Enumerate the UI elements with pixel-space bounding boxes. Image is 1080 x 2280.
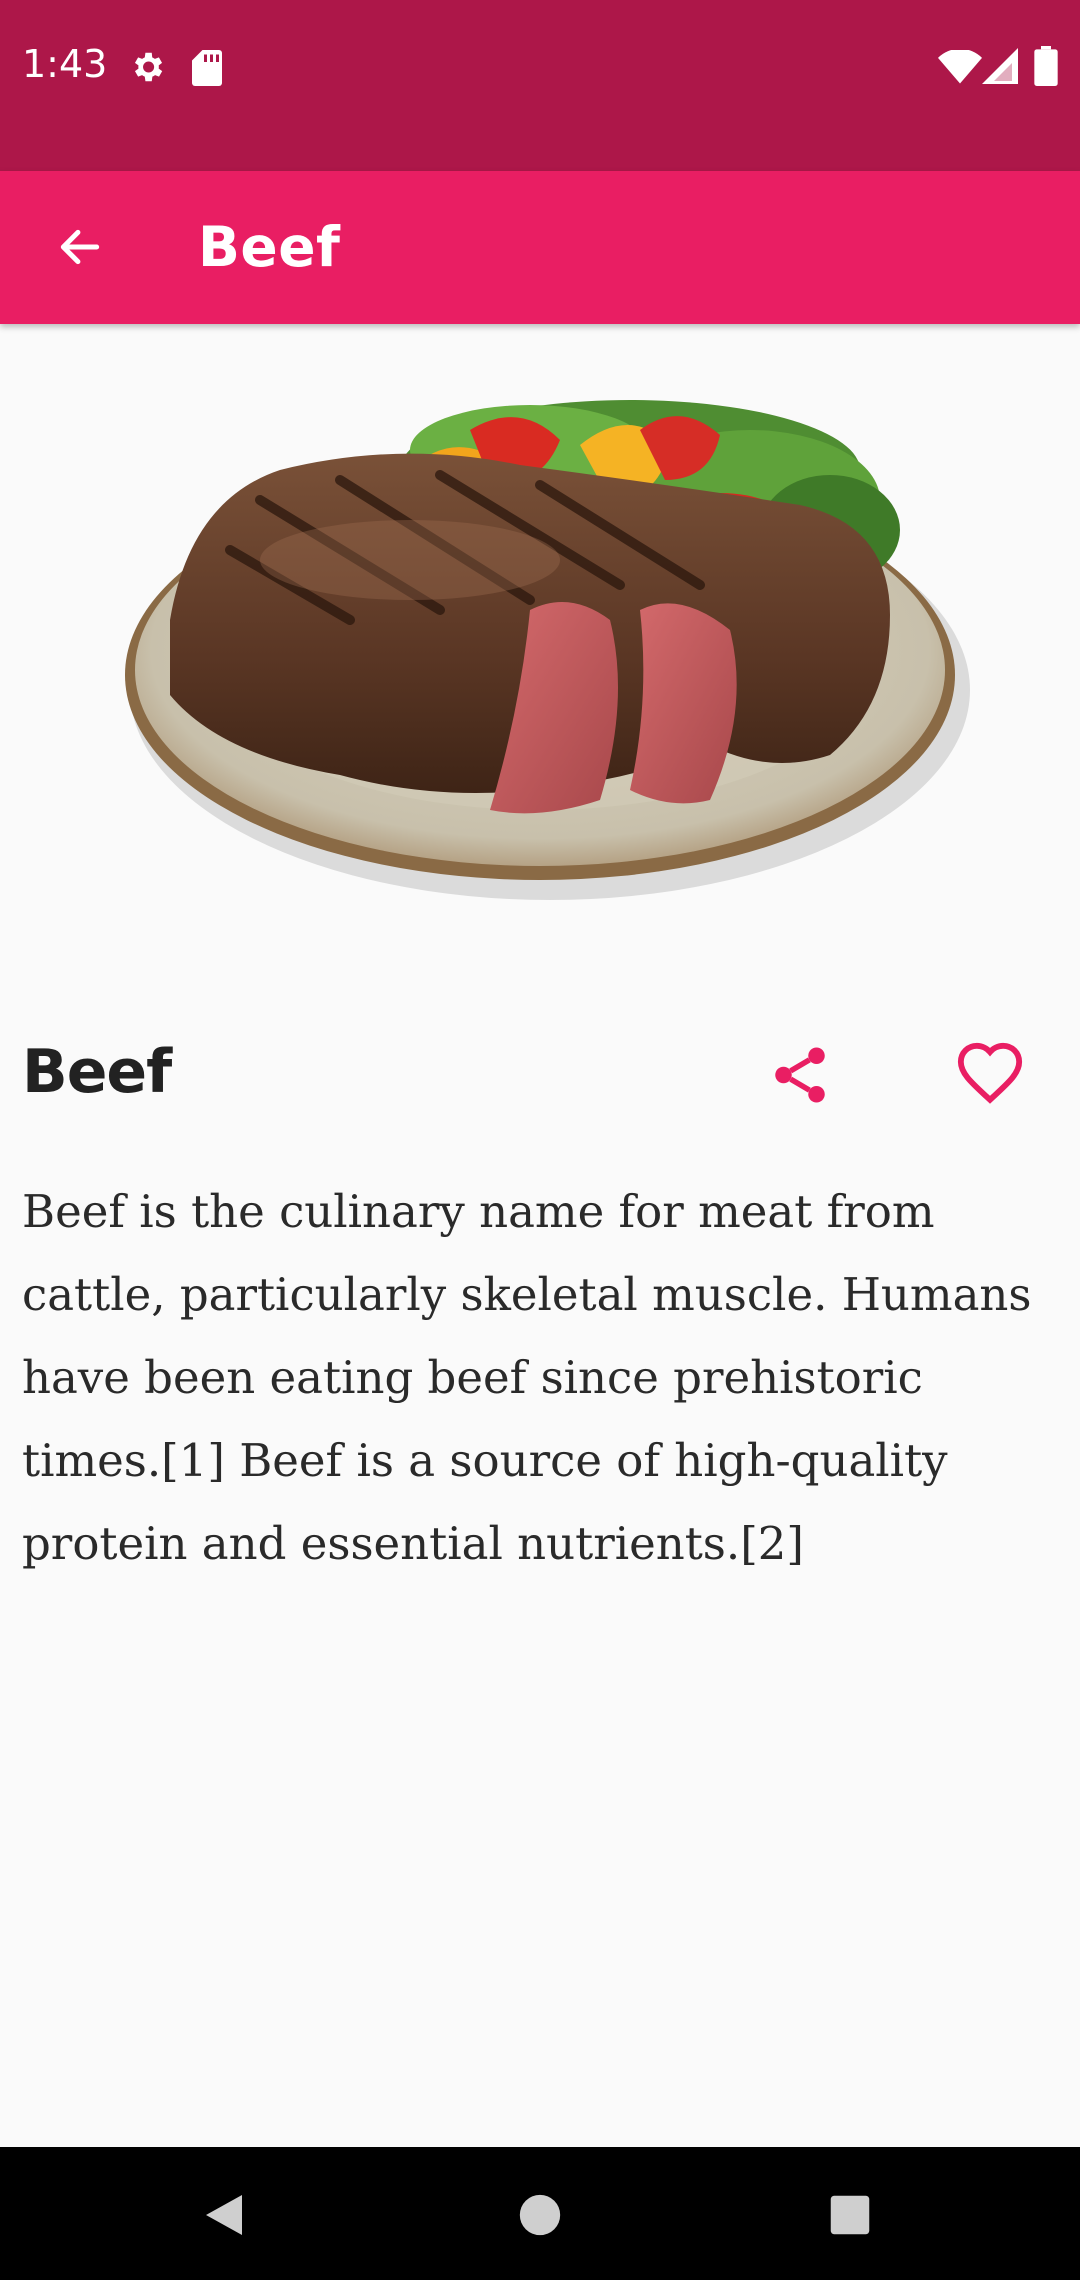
signal-icon bbox=[982, 48, 1018, 89]
system-nav-bar bbox=[0, 2147, 1080, 2280]
status-time: 1:43 bbox=[22, 42, 108, 86]
favorite-button[interactable] bbox=[950, 1035, 1030, 1115]
arrow-back-icon bbox=[60, 229, 100, 265]
nav-recents-button[interactable] bbox=[818, 2183, 882, 2247]
wifi-icon bbox=[938, 48, 982, 89]
battery-icon bbox=[1034, 46, 1058, 91]
nav-home-icon bbox=[519, 2194, 561, 2236]
item-description: Beef is the culinary name for meat from … bbox=[22, 1185, 1032, 1570]
nav-recents-icon bbox=[830, 2195, 870, 2235]
item-title: Beef bbox=[22, 1037, 172, 1107]
app-bar: Beef bbox=[0, 171, 1080, 324]
heart-outline-icon bbox=[957, 1042, 1023, 1104]
hero-image bbox=[110, 360, 970, 920]
status-bar: 1:43 bbox=[0, 0, 1080, 171]
share-button[interactable] bbox=[760, 1035, 840, 1115]
item-header: Beef bbox=[0, 1015, 1080, 1135]
back-button[interactable] bbox=[40, 207, 120, 287]
share-icon bbox=[775, 1047, 825, 1103]
nav-back-icon bbox=[206, 2195, 242, 2235]
settings-icon bbox=[128, 48, 166, 91]
nav-home-button[interactable] bbox=[508, 2183, 572, 2247]
sd-card-icon bbox=[192, 50, 222, 91]
app-bar-title: Beef bbox=[198, 215, 341, 279]
nav-back-button[interactable] bbox=[192, 2183, 256, 2247]
